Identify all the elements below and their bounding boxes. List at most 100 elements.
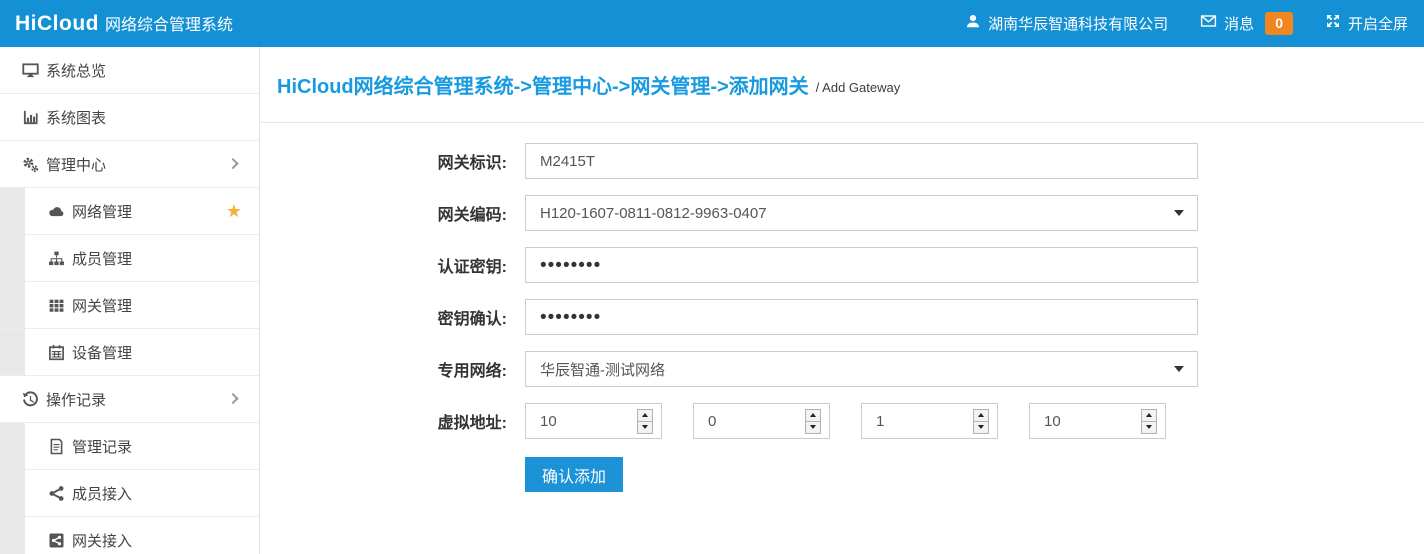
number-spinner bbox=[805, 409, 821, 434]
sidebar-item-device-management[interactable]: 设备管理 bbox=[0, 329, 259, 376]
caret-down-icon bbox=[1174, 366, 1184, 372]
form-row: 虚拟地址: 10 0 1 bbox=[261, 403, 1424, 439]
favorite-star-icon[interactable]: ★ bbox=[226, 202, 242, 220]
sidebar-item-network-management[interactable]: 网络管理 ★ bbox=[0, 188, 259, 235]
sidebar-item-management-records[interactable]: 管理记录 bbox=[0, 423, 259, 470]
octet-4-value: 10 bbox=[1044, 413, 1061, 430]
envelope-icon bbox=[1200, 13, 1217, 33]
key-confirm-label: 密钥确认: bbox=[261, 305, 525, 329]
private-network-selected-value: 华辰智通-测试网络 bbox=[526, 359, 665, 380]
sidebar-item-label: 操作记录 bbox=[46, 389, 106, 410]
add-gateway-form: 网关标识: 网关编码: H120-1607-0811-0812-9963-040… bbox=[261, 123, 1424, 492]
sidebar-item-member-management[interactable]: 成员管理 bbox=[0, 235, 259, 282]
caret-down-icon bbox=[1174, 210, 1184, 216]
sidebar-item-label: 网络管理 bbox=[72, 201, 132, 222]
document-icon bbox=[48, 438, 65, 455]
company-name: 湖南华辰智通科技有限公司 bbox=[988, 13, 1168, 34]
sidebar-item-label: 成员接入 bbox=[72, 483, 132, 504]
share-square-icon bbox=[48, 532, 65, 549]
virtual-address-label: 虚拟地址: bbox=[261, 409, 525, 433]
brand-subtitle: 网络综合管理系统 bbox=[105, 11, 233, 35]
app-brand[interactable]: HiCloud 网络综合管理系统 bbox=[0, 11, 233, 36]
fullscreen-arrows-icon bbox=[1325, 13, 1341, 33]
gateway-code-selected-value: H120-1607-0811-0812-9963-0407 bbox=[526, 205, 767, 222]
private-network-select[interactable]: 华辰智通-测试网络 bbox=[525, 351, 1198, 387]
user-icon bbox=[965, 13, 981, 33]
share-icon bbox=[48, 485, 65, 502]
private-network-label: 专用网络: bbox=[261, 357, 525, 381]
calendar-icon bbox=[48, 344, 65, 361]
number-spinner bbox=[1141, 409, 1157, 434]
virtual-address-octet-3[interactable]: 1 bbox=[861, 403, 998, 439]
fullscreen-toggle[interactable]: 开启全屏 bbox=[1325, 13, 1408, 34]
auth-key-label: 认证密钥: bbox=[261, 253, 525, 277]
sitemap-icon bbox=[48, 250, 65, 267]
key-confirm-input[interactable] bbox=[526, 300, 1197, 334]
auth-key-control bbox=[525, 247, 1198, 283]
fullscreen-label: 开启全屏 bbox=[1348, 13, 1408, 34]
sidebar-item-member-access[interactable]: 成员接入 bbox=[0, 470, 259, 517]
gateway-code-select[interactable]: H120-1607-0811-0812-9963-0407 bbox=[525, 195, 1198, 231]
octet-3-value: 1 bbox=[876, 413, 884, 430]
spinner-down-button[interactable] bbox=[974, 422, 988, 433]
form-row: 网关标识: bbox=[261, 143, 1424, 179]
messages-menu[interactable]: 消息 0 bbox=[1200, 12, 1293, 35]
number-spinner bbox=[973, 409, 989, 434]
brand-name: HiCloud bbox=[15, 12, 99, 36]
confirm-add-button[interactable]: 确认添加 bbox=[525, 457, 623, 492]
user-account-menu[interactable]: 湖南华辰智通科技有限公司 bbox=[965, 13, 1168, 34]
virtual-address-octet-4[interactable]: 10 bbox=[1029, 403, 1166, 439]
virtual-address-octet-1[interactable]: 10 bbox=[525, 403, 662, 439]
sidebar-item-gateway-management[interactable]: 网关管理 bbox=[0, 282, 259, 329]
breadcrumb-suffix: / Add Gateway bbox=[816, 75, 901, 95]
sidebar-item-label: 管理中心 bbox=[46, 154, 106, 175]
messages-count-badge: 0 bbox=[1265, 12, 1293, 35]
octet-2-value: 0 bbox=[708, 413, 716, 430]
grid-icon bbox=[48, 297, 65, 314]
sidebar-item-label: 网关管理 bbox=[72, 295, 132, 316]
sidebar-item-label: 设备管理 bbox=[72, 342, 132, 363]
sidebar-item-gateway-access[interactable]: 网关接入 bbox=[0, 517, 259, 554]
desktop-icon bbox=[22, 62, 39, 79]
spinner-up-button[interactable] bbox=[974, 410, 988, 422]
gateway-id-control bbox=[525, 143, 1198, 179]
history-icon bbox=[22, 391, 39, 408]
sidebar-item-management-center[interactable]: 管理中心 bbox=[0, 141, 259, 188]
number-spinner bbox=[637, 409, 653, 434]
messages-label: 消息 bbox=[1224, 13, 1254, 34]
sidebar-item-label: 成员管理 bbox=[72, 248, 132, 269]
top-navbar: HiCloud 网络综合管理系统 湖南华辰智通科技有限公司 消息 0 开启全屏 bbox=[0, 0, 1424, 47]
spinner-down-button[interactable] bbox=[806, 422, 820, 433]
sidebar-item-label: 系统图表 bbox=[46, 107, 106, 128]
gateway-code-label: 网关编码: bbox=[261, 201, 525, 225]
gateway-id-input[interactable] bbox=[526, 144, 1197, 178]
spinner-down-button[interactable] bbox=[1142, 422, 1156, 433]
form-row: 网关编码: H120-1607-0811-0812-9963-0407 bbox=[261, 195, 1424, 231]
gears-icon bbox=[22, 156, 39, 173]
sidebar-item-label: 网关接入 bbox=[72, 530, 132, 551]
sidebar-item-system-overview[interactable]: 系统总览 bbox=[0, 47, 259, 94]
form-row: 专用网络: 华辰智通-测试网络 bbox=[261, 351, 1424, 387]
sidebar-item-operation-records[interactable]: 操作记录 bbox=[0, 376, 259, 423]
form-row: 认证密钥: bbox=[261, 247, 1424, 283]
form-row: 密钥确认: bbox=[261, 299, 1424, 335]
key-confirm-control bbox=[525, 299, 1198, 335]
octet-1-value: 10 bbox=[540, 413, 557, 430]
main-content: HiCloud网络综合管理系统->管理中心->网关管理->添加网关 / Add … bbox=[261, 47, 1424, 554]
auth-key-input[interactable] bbox=[526, 248, 1197, 282]
virtual-address-octet-2[interactable]: 0 bbox=[693, 403, 830, 439]
sidebar-item-system-charts[interactable]: 系统图表 bbox=[0, 94, 259, 141]
breadcrumb: HiCloud网络综合管理系统->管理中心->网关管理->添加网关 bbox=[277, 70, 809, 99]
chevron-right-icon bbox=[227, 393, 238, 404]
gateway-id-label: 网关标识: bbox=[261, 149, 525, 173]
bar-chart-icon bbox=[22, 109, 39, 126]
spinner-up-button[interactable] bbox=[638, 410, 652, 422]
cloud-icon bbox=[48, 203, 65, 220]
spinner-down-button[interactable] bbox=[638, 422, 652, 433]
sidebar-item-label: 系统总览 bbox=[46, 60, 106, 81]
page-header: HiCloud网络综合管理系统->管理中心->网关管理->添加网关 / Add … bbox=[261, 47, 1424, 123]
spinner-up-button[interactable] bbox=[1142, 410, 1156, 422]
spinner-up-button[interactable] bbox=[806, 410, 820, 422]
sidebar-item-label: 管理记录 bbox=[72, 436, 132, 457]
chevron-right-icon bbox=[227, 158, 238, 169]
